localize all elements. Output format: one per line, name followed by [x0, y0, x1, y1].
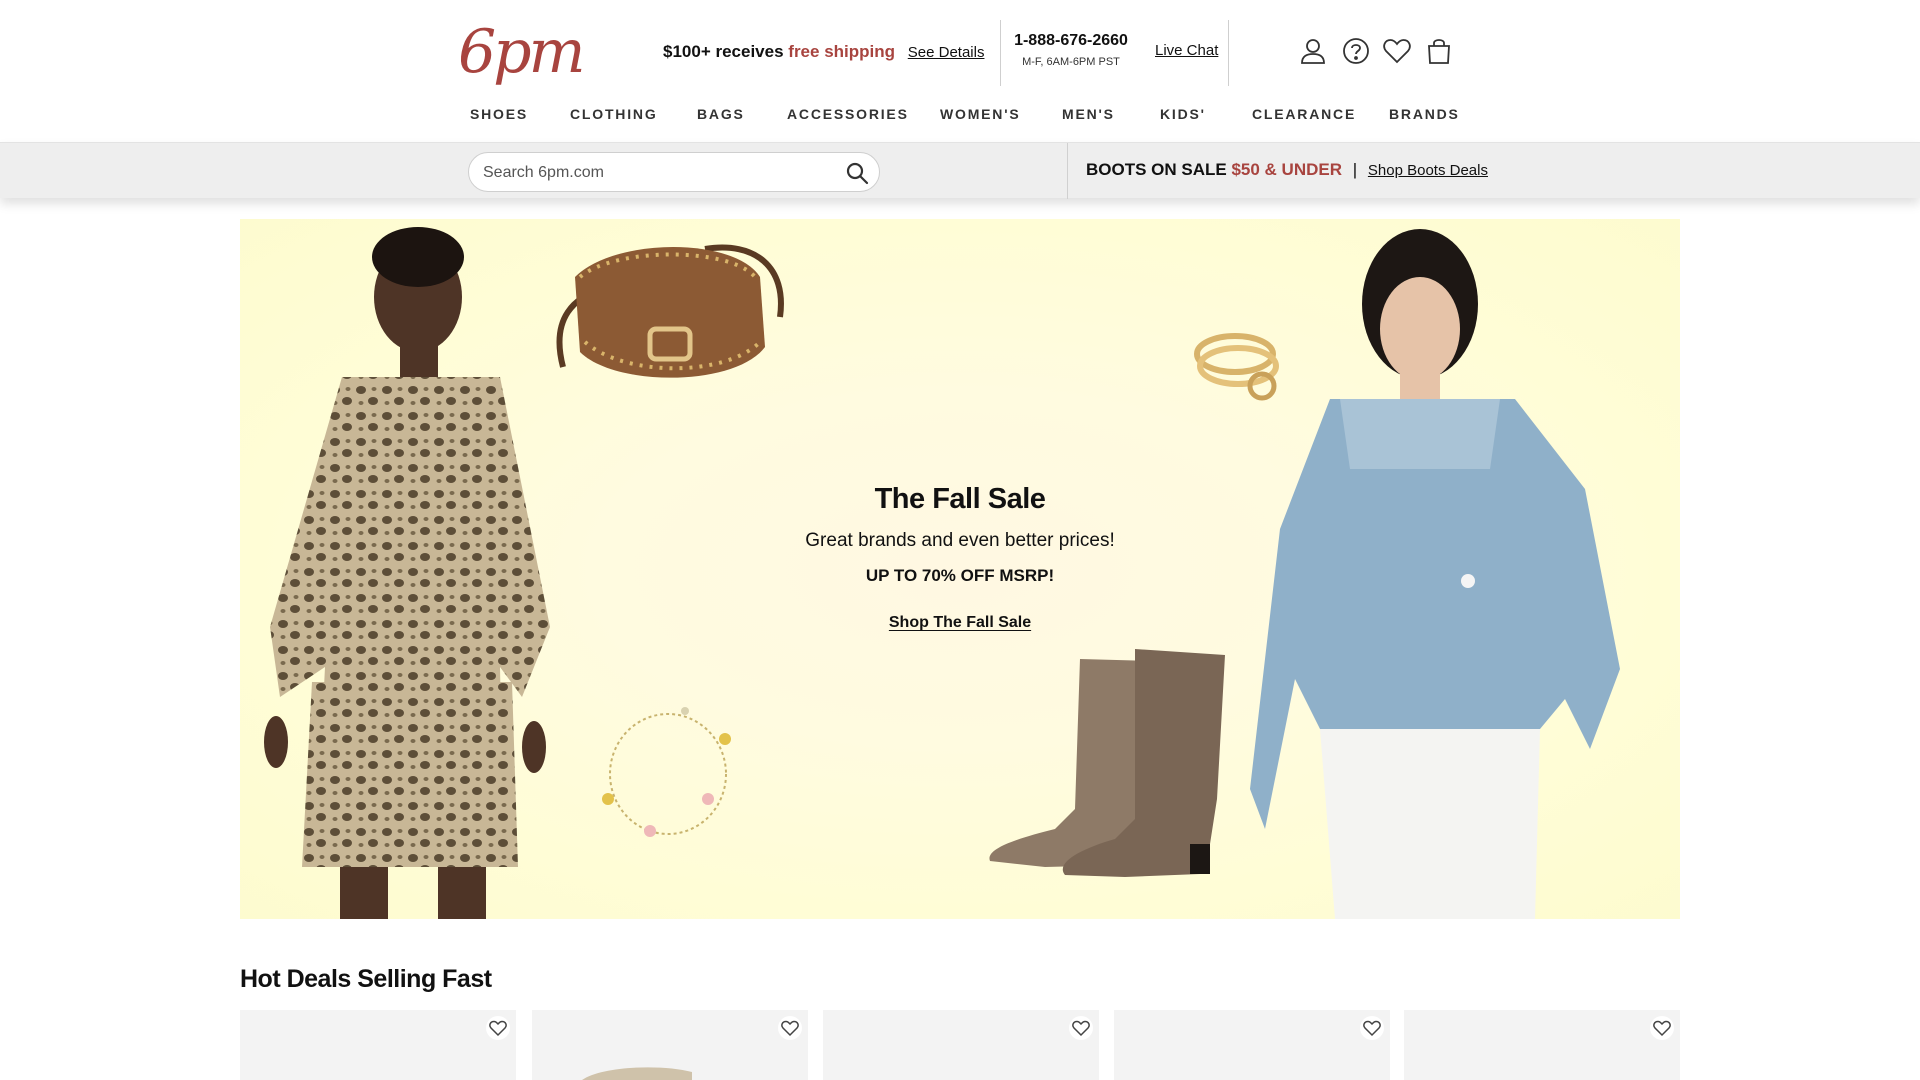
search-icon[interactable] [845, 161, 869, 185]
help-icon[interactable] [1341, 36, 1371, 66]
nav-bags[interactable]: BAGS [697, 106, 745, 122]
nav-brands[interactable]: BRANDS [1389, 106, 1460, 122]
phone-contact: 1-888-676-2660 M-F, 6AM-6PM PST [1010, 32, 1132, 68]
cowboy-boots-image [989, 649, 1225, 877]
shopping-bag-icon[interactable] [1424, 36, 1454, 66]
product-card[interactable] [823, 1010, 1099, 1080]
boots-promo-accent: $50 & UNDER [1231, 160, 1343, 179]
nav-shoes[interactable]: SHOES [470, 106, 528, 122]
heart-icon[interactable] [1069, 1016, 1093, 1040]
favorites-icon[interactable] [1382, 36, 1412, 66]
logo-6pm[interactable]: 6pm [458, 18, 585, 86]
header-divider [1000, 20, 1001, 86]
search-input[interactable] [483, 162, 813, 184]
promo-accent: free shipping [788, 42, 896, 61]
boots-promo-label: BOOTS ON SALE [1086, 160, 1227, 179]
phone-number[interactable]: 1-888-676-2660 [1010, 32, 1132, 50]
free-shipping-promo: $100+ receives free shipping See Details [663, 42, 984, 66]
nav-kids[interactable]: KIDS' [1160, 106, 1206, 122]
nav-mens[interactable]: MEN'S [1062, 106, 1115, 122]
boots-promo-separator: | [1352, 160, 1358, 179]
live-chat-link[interactable]: Live Chat [1155, 42, 1218, 59]
studded-handbag-image [556, 244, 784, 378]
nav-accessories[interactable]: ACCESSORIES [787, 106, 909, 122]
search-promo-bar: BOOTS ON SALE $50 & UNDER | Shop Boots D… [0, 142, 1920, 199]
header-divider [1228, 20, 1229, 86]
see-details-link[interactable]: See Details [908, 44, 985, 61]
search-box [468, 152, 880, 192]
boots-promo: BOOTS ON SALE $50 & UNDER | Shop Boots D… [1086, 160, 1488, 180]
flower-bracelet-image [602, 707, 731, 837]
product-card[interactable] [1114, 1010, 1390, 1080]
promo-prefix: $100+ receives [663, 42, 784, 61]
hero-banner[interactable]: The Fall Sale Great brands and even bett… [240, 219, 1680, 919]
shop-boots-deals-link[interactable]: Shop Boots Deals [1368, 162, 1488, 179]
promo-divider [1067, 143, 1068, 199]
nav-womens[interactable]: WOMEN'S [940, 106, 1020, 122]
model-leopard-outfit-image [264, 227, 550, 919]
product-thumbnail-image [582, 1067, 692, 1080]
hero-subtitle: Great brands and even better prices! [805, 530, 1115, 551]
account-icon[interactable] [1298, 36, 1328, 66]
shop-fall-sale-link[interactable]: Shop The Fall Sale [889, 614, 1031, 632]
heart-icon[interactable] [486, 1016, 510, 1040]
product-card[interactable] [240, 1010, 516, 1080]
heart-icon[interactable] [1650, 1016, 1674, 1040]
site-header: 6pm $100+ receives free shipping See Det… [0, 0, 1920, 142]
product-card[interactable] [1404, 1010, 1680, 1080]
phone-hours: M-F, 6AM-6PM PST [1022, 56, 1120, 68]
hero-title: The Fall Sale [874, 483, 1046, 515]
hot-deals-heading: Hot Deals Selling Fast [240, 965, 492, 993]
main-navigation: SHOES CLOTHING BAGS ACCESSORIES WOMEN'S … [0, 106, 1920, 142]
nav-clearance[interactable]: CLEARANCE [1252, 106, 1356, 122]
hero-copy: The Fall Sale Great brands and even bett… [780, 483, 1140, 632]
model-denim-jacket-image [1250, 229, 1620, 919]
product-card[interactable] [532, 1010, 808, 1080]
heart-icon[interactable] [778, 1016, 802, 1040]
hero-discount: UP TO 70% OFF MSRP! [865, 566, 1055, 585]
heart-icon[interactable] [1360, 1016, 1384, 1040]
nav-clothing[interactable]: CLOTHING [570, 106, 658, 122]
